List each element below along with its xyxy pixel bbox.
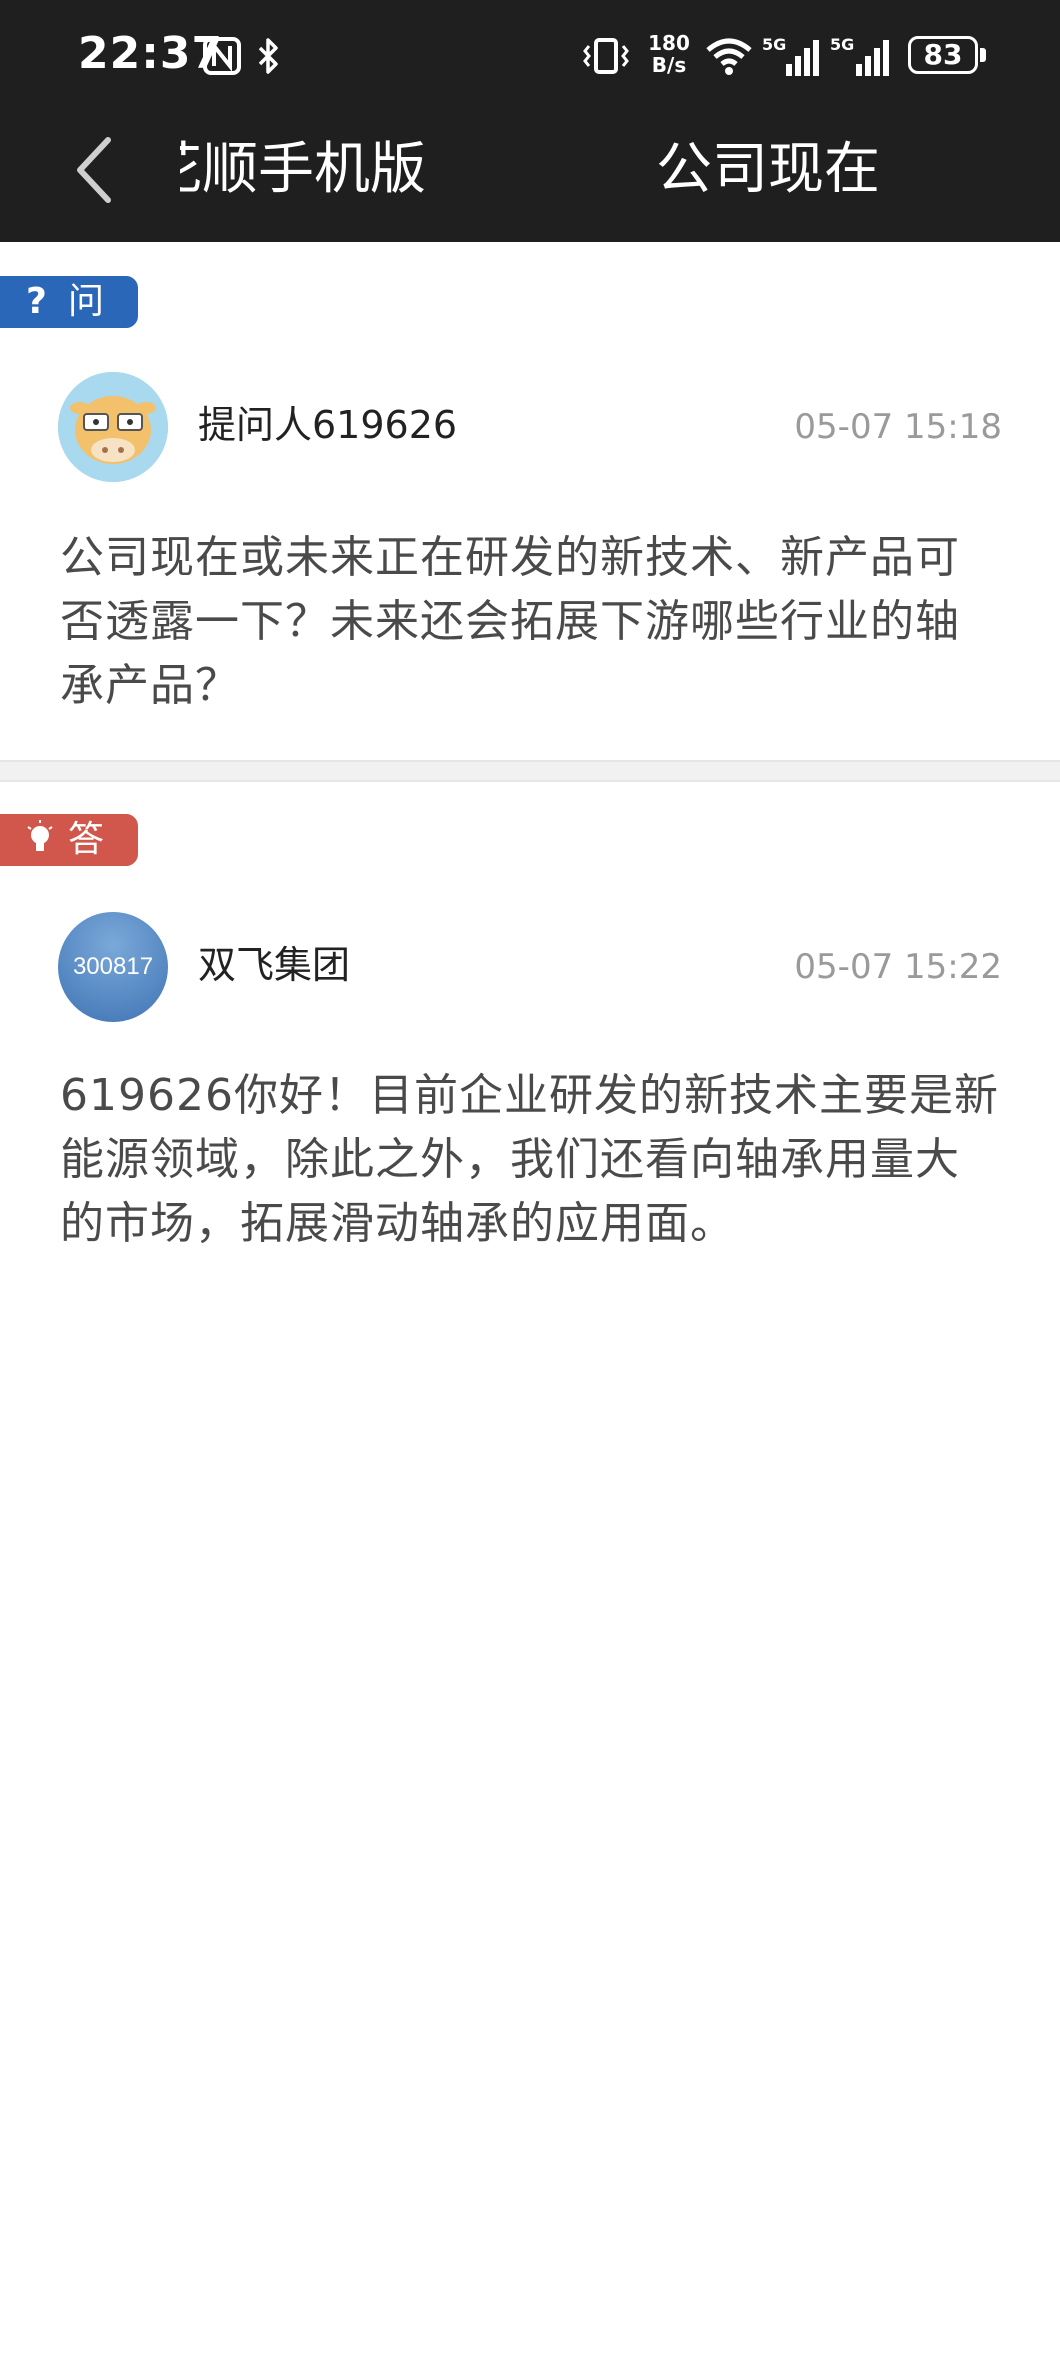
- page-title: 同花顺手机版: [180, 130, 440, 210]
- wifi-icon: [706, 38, 752, 75]
- back-button[interactable]: [66, 132, 126, 208]
- answer-content: 619626你好！目前企业研发的新技术主要是新能源领域，除此之外，我们还看向轴承…: [60, 1070, 999, 1249]
- battery-tip: [980, 48, 986, 62]
- top-bar: 22:37 180 B/s 5G 5G 83 顺手机版 公司现在: [0, 0, 1060, 242]
- lightbulb-icon: [26, 814, 60, 866]
- network-speed-unit: B/s: [651, 53, 687, 77]
- question-time: 05-07 15:18: [794, 407, 1002, 447]
- signal-label: 5G: [762, 35, 786, 54]
- bluetooth-icon: [258, 38, 278, 74]
- vibrate-icon: [583, 38, 629, 74]
- battery-level: 83: [923, 38, 963, 71]
- signal-icon: 5G: [762, 35, 819, 76]
- section-divider: [0, 760, 1060, 782]
- question-mark-icon: ?: [26, 281, 47, 322]
- question-badge-label: 问: [68, 281, 105, 322]
- asker-name[interactable]: 提问人619626: [198, 400, 457, 450]
- answer-time: 05-07 15:22: [794, 947, 1002, 987]
- signal-label: 5G: [830, 35, 854, 54]
- company-avatar[interactable]: 300817: [58, 912, 168, 1022]
- question-content: 公司现在或未来正在研发的新技术、新产品可否透露一下？未来还会拓展下游哪些行业的轴…: [60, 532, 960, 711]
- page-title-text: 同花顺手机版: [180, 137, 426, 202]
- network-speed-value: 180: [648, 31, 690, 55]
- company-name[interactable]: 双飞集团: [198, 940, 350, 990]
- page-subtitle: 公司现在: [656, 137, 880, 202]
- company-code: 300817: [72, 953, 154, 980]
- avatar[interactable]: [58, 372, 168, 482]
- signal-icon: 5G: [830, 35, 889, 76]
- nfc-icon: [203, 37, 241, 75]
- cow-avatar-icon: [58, 372, 168, 482]
- chevron-left-icon: [77, 137, 111, 203]
- answer-badge-label: 答: [68, 819, 105, 860]
- network-speed: 180 B/s: [644, 32, 694, 76]
- battery-icon: 83: [908, 36, 978, 74]
- question-badge: ? 问: [0, 276, 138, 328]
- answer-badge: 答: [0, 814, 138, 866]
- status-bar: 22:37 180 B/s 5G 5G 83: [0, 0, 1060, 118]
